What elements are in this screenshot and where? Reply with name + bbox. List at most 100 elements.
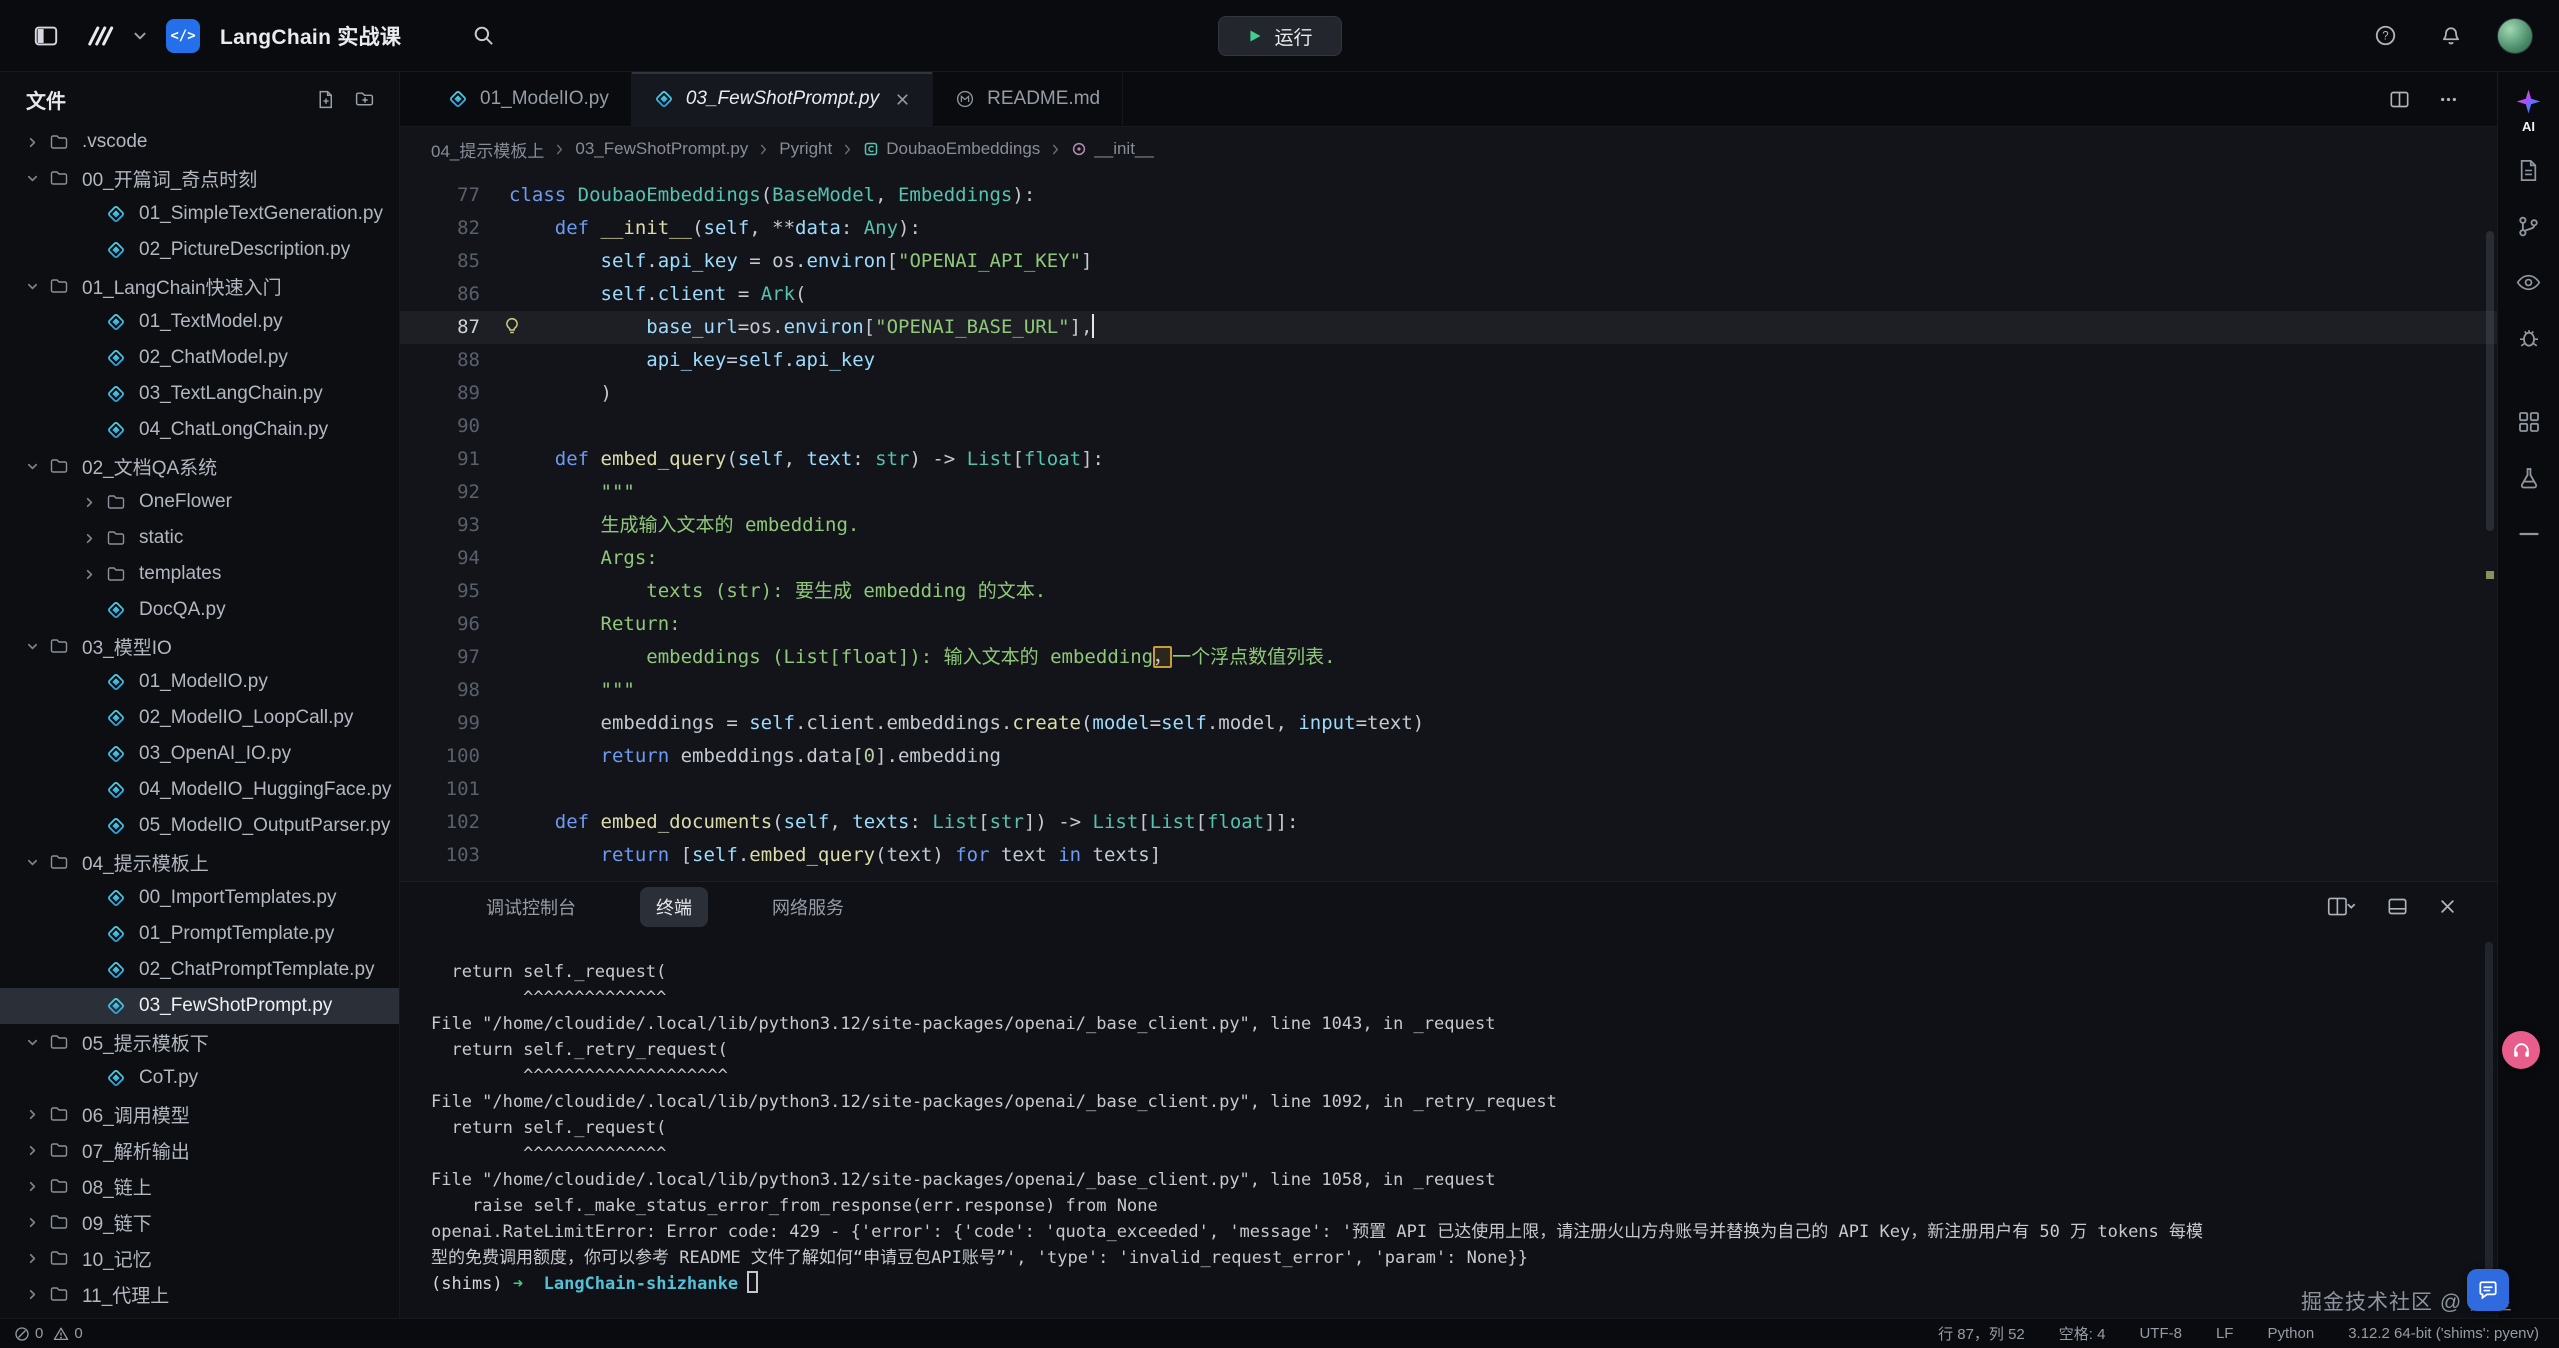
tree-file-01_TextModel.py[interactable]: 01_TextModel.py: [0, 304, 399, 340]
close-panel-icon[interactable]: [2438, 897, 2457, 916]
support-button[interactable]: [2502, 1031, 2540, 1069]
tree-file-CoT.py[interactable]: CoT.py: [0, 1060, 399, 1096]
tree-file-DocQA.py[interactable]: DocQA.py: [0, 592, 399, 628]
file-search-icon[interactable]: [2509, 150, 2549, 190]
feedback-button[interactable]: [2467, 1269, 2509, 1311]
bug-icon[interactable]: [2509, 318, 2549, 358]
code-line-87[interactable]: 87 base_url=os.environ["OPENAI_BASE_URL"…: [400, 311, 2497, 344]
code-line-97[interactable]: 97 embeddings (List[float]): 输入文本的 embed…: [400, 641, 2497, 674]
toggle-sidebar-button[interactable]: [26, 16, 66, 56]
code-line-101[interactable]: 101: [400, 773, 2497, 806]
source-control-icon[interactable]: [2509, 206, 2549, 246]
tree-folder-04_提示模板上[interactable]: 04_提示模板上: [0, 844, 399, 880]
help-button[interactable]: ?: [2365, 16, 2405, 56]
tree-folder-03_模型IO[interactable]: 03_模型IO: [0, 628, 399, 664]
tree-folder-.vscode[interactable]: .vscode: [0, 124, 399, 160]
tree-folder-00_开篇词_奇点时刻[interactable]: 00_开篇词_奇点时刻: [0, 160, 399, 196]
run-button[interactable]: 运行: [1217, 16, 1341, 56]
more-actions-icon[interactable]: [2438, 89, 2459, 110]
tab-01_ModelIO.py[interactable]: 01_ModelIO.py: [426, 72, 632, 126]
tree-folder-01_LangChain快速入门[interactable]: 01_LangChain快速入门: [0, 268, 399, 304]
code-line-100[interactable]: 100 return embeddings.data[0].embedding: [400, 740, 2497, 773]
code-line-89[interactable]: 89 ): [400, 377, 2497, 410]
panel-layout-icon[interactable]: [2327, 896, 2357, 917]
code-line-94[interactable]: 94 Args:: [400, 542, 2497, 575]
code-area[interactable]: 77class DoubaoEmbeddings(BaseModel, Embe…: [400, 171, 2497, 953]
code-line-77[interactable]: 77class DoubaoEmbeddings(BaseModel, Embe…: [400, 179, 2497, 212]
tree-folder-02_文档QA系统[interactable]: 02_文档QA系统: [0, 448, 399, 484]
code-line-86[interactable]: 86 self.client = Ark(: [400, 278, 2497, 311]
editor-scrollbar[interactable]: [2486, 171, 2494, 953]
close-tab-icon[interactable]: [895, 92, 910, 107]
status-language-mode[interactable]: Python: [2267, 1325, 2314, 1342]
panel-tab-网络服务[interactable]: 网络服务: [756, 887, 860, 927]
tree-folder-09_链下[interactable]: 09_链下: [0, 1204, 399, 1240]
new-file-icon[interactable]: [315, 89, 336, 110]
code-line-85[interactable]: 85 self.api_key = os.environ["OPENAI_API…: [400, 245, 2497, 278]
new-folder-icon[interactable]: [354, 89, 375, 110]
eye-icon[interactable]: [2509, 262, 2549, 302]
code-line-82[interactable]: 82 def __init__(self, **data: Any):: [400, 212, 2497, 245]
beaker-icon[interactable]: [2509, 458, 2549, 498]
tree-folder-templates[interactable]: templates: [0, 556, 399, 592]
code-line-92[interactable]: 92 """: [400, 476, 2497, 509]
code-line-90[interactable]: 90: [400, 410, 2497, 443]
tree-file-02_ModelIO_LoopCall.py[interactable]: 02_ModelIO_LoopCall.py: [0, 700, 399, 736]
tab-03_FewShotPrompt.py[interactable]: 03_FewShotPrompt.py: [632, 72, 933, 126]
tree-folder-05_提示模板下[interactable]: 05_提示模板下: [0, 1024, 399, 1060]
terminal-scrollbar[interactable]: [2485, 942, 2493, 1292]
tree-file-03_TextLangChain.py[interactable]: 03_TextLangChain.py: [0, 376, 399, 412]
code-line-102[interactable]: 102 def embed_documents(self, texts: Lis…: [400, 806, 2497, 839]
code-line-96[interactable]: 96 Return:: [400, 608, 2497, 641]
panel-tab-终端[interactable]: 终端: [640, 887, 708, 927]
tree-folder-07_解析输出[interactable]: 07_解析输出: [0, 1132, 399, 1168]
tree-folder-11_代理上[interactable]: 11_代理上: [0, 1276, 399, 1312]
code-line-103[interactable]: 103 return [self.embed_query(text) for t…: [400, 839, 2497, 872]
tab-README.md[interactable]: README.md: [933, 72, 1123, 126]
extensions-icon[interactable]: [2509, 402, 2549, 442]
status-indentation[interactable]: 空格: 4: [2059, 1323, 2106, 1344]
panel-tab-调试控制台[interactable]: 调试控制台: [470, 887, 592, 927]
code-line-93[interactable]: 93 生成输入文本的 embedding.: [400, 509, 2497, 542]
workspace-title[interactable]: LangChain 实战课: [220, 21, 401, 51]
lightbulb-icon[interactable]: [502, 316, 522, 336]
tree-folder-10_记忆[interactable]: 10_记忆: [0, 1240, 399, 1276]
terminal-output[interactable]: return self._request( ^^^^^^^^^^^^^^File…: [400, 931, 2497, 1297]
ai-sidebar-button[interactable]: AI: [2515, 88, 2542, 134]
tree-file-02_PictureDescription.py[interactable]: 02_PictureDescription.py: [0, 232, 399, 268]
code-line-91[interactable]: 91 def embed_query(self, text: str) -> L…: [400, 443, 2497, 476]
user-avatar[interactable]: [2497, 18, 2533, 54]
breadcrumb-item-DoubaoEmbeddings[interactable]: DoubaoEmbeddings: [863, 139, 1040, 159]
search-button[interactable]: [463, 16, 503, 56]
problems-warnings[interactable]: 0: [53, 1325, 82, 1342]
notifications-button[interactable]: [2431, 16, 2471, 56]
tree-file-03_FewShotPrompt.py[interactable]: 03_FewShotPrompt.py: [0, 988, 399, 1024]
status-encoding[interactable]: UTF-8: [2139, 1325, 2182, 1342]
tree-file-04_ModelIO_HuggingFace.py[interactable]: 04_ModelIO_HuggingFace.py: [0, 772, 399, 808]
tree-file-03_OpenAI_IO.py[interactable]: 03_OpenAI_IO.py: [0, 736, 399, 772]
tree-file-04_ChatLongChain.py[interactable]: 04_ChatLongChain.py: [0, 412, 399, 448]
breadcrumb-item-03_FewShotPrompt.py[interactable]: 03_FewShotPrompt.py: [575, 139, 748, 159]
tree-file-01_PromptTemplate.py[interactable]: 01_PromptTemplate.py: [0, 916, 399, 952]
split-editor-icon[interactable]: [2389, 89, 2410, 110]
code-line-98[interactable]: 98 """: [400, 674, 2497, 707]
code-line-95[interactable]: 95 texts (str): 要生成 embedding 的文本.: [400, 575, 2497, 608]
maximize-panel-icon[interactable]: [2387, 896, 2408, 917]
breadcrumb-item-04_提示模板上[interactable]: 04_提示模板上: [431, 137, 544, 162]
code-line-99[interactable]: 99 embeddings = self.client.embeddings.c…: [400, 707, 2497, 740]
problems-errors[interactable]: 0: [14, 1325, 43, 1342]
tree-file-02_ChatModel.py[interactable]: 02_ChatModel.py: [0, 340, 399, 376]
tree-folder-OneFlower[interactable]: OneFlower: [0, 484, 399, 520]
tree-file-05_ModelIO_OutputParser.py[interactable]: 05_ModelIO_OutputParser.py: [0, 808, 399, 844]
breadcrumb-item-Pyright[interactable]: Pyright: [779, 139, 832, 159]
tree-folder-06_调用模型[interactable]: 06_调用模型: [0, 1096, 399, 1132]
more-dash-icon[interactable]: [2509, 514, 2549, 554]
chevron-down-icon[interactable]: [132, 28, 148, 44]
status-cursor-position[interactable]: 行 87，列 52: [1938, 1323, 2025, 1344]
tree-file-02_ChatPromptTemplate.py[interactable]: 02_ChatPromptTemplate.py: [0, 952, 399, 988]
tree-file-01_SimpleTextGeneration.py[interactable]: 01_SimpleTextGeneration.py: [0, 196, 399, 232]
status-eol[interactable]: LF: [2216, 1325, 2234, 1342]
tree-file-01_ModelIO.py[interactable]: 01_ModelIO.py: [0, 664, 399, 700]
code-line-88[interactable]: 88 api_key=self.api_key: [400, 344, 2497, 377]
tree-folder-08_链上[interactable]: 08_链上: [0, 1168, 399, 1204]
